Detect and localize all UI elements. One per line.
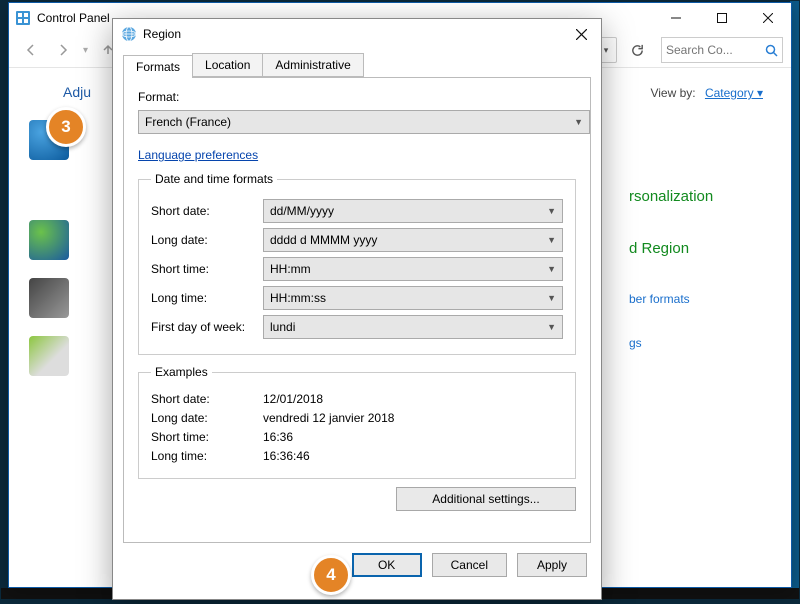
short-time-label: Short time: [151,262,263,276]
tab-administrative[interactable]: Administrative [262,53,363,77]
chevron-down-icon: ▼ [547,206,556,216]
ex-long-time-value: 16:36:46 [263,449,310,463]
language-preferences-link[interactable]: Language preferences [138,148,258,162]
dialog-close-button[interactable] [561,19,601,49]
long-date-label: Long date: [151,233,263,247]
dialog-title: Region [143,27,181,41]
maximize-button[interactable] [699,3,745,33]
tabstrip: Formats Location Administrative [113,51,601,77]
back-button[interactable] [17,36,45,64]
globe-icon [121,26,137,42]
search-box[interactable] [661,37,783,63]
category-icon [29,220,69,260]
format-combo[interactable]: French (France) ▼ [138,110,590,134]
tab-location[interactable]: Location [192,53,263,77]
ok-button[interactable]: OK [352,553,422,577]
ex-short-date-label: Short date: [151,392,263,406]
first-day-combo[interactable]: lundi▼ [263,315,563,339]
long-date-combo[interactable]: dddd d MMMM yyyy▼ [263,228,563,252]
close-button[interactable] [745,3,791,33]
region-dialog: Region Formats Location Administrative F… [112,18,602,600]
apply-button[interactable]: Apply [517,553,587,577]
refresh-button[interactable] [625,38,649,62]
search-input[interactable] [662,43,760,57]
format-label: Format: [138,90,576,104]
history-chevron-icon[interactable]: ▾ [81,45,90,56]
first-day-label: First day of week: [151,320,263,334]
search-icon [760,44,782,57]
window-title: Control Panel [37,11,110,25]
ex-short-time-value: 16:36 [263,430,293,444]
ex-long-date-value: vendredi 12 janvier 2018 [263,411,394,425]
ex-long-time-label: Long time: [151,449,263,463]
category-icon [29,336,69,376]
short-time-combo[interactable]: HH:mm▼ [263,257,563,281]
chevron-down-icon: ▼ [547,293,556,303]
examples-group: Examples Short date:12/01/2018 Long date… [138,365,576,479]
link-settings[interactable]: gs [629,336,642,350]
ex-long-date-label: Long date: [151,411,263,425]
short-date-combo[interactable]: dd/MM/yyyy▼ [263,199,563,223]
additional-settings-button[interactable]: Additional settings... [396,487,576,511]
view-by-label: View by: [650,86,695,100]
view-by: View by: Category ▾ [650,86,763,100]
format-value: French (France) [145,115,231,129]
chevron-down-icon: ▼ [574,117,583,127]
date-time-formats-legend: Date and time formats [151,172,277,186]
link-number-formats[interactable]: ber formats [629,292,690,306]
examples-legend: Examples [151,365,212,379]
control-panel-icon [15,10,31,26]
date-time-formats-group: Date and time formats Short date: dd/MM/… [138,172,576,355]
minimize-button[interactable] [653,3,699,33]
chevron-down-icon: ▼ [547,235,556,245]
category-region[interactable]: d Region [629,240,689,257]
chevron-down-icon: ▼ [547,264,556,274]
ex-short-time-label: Short time: [151,430,263,444]
cancel-button[interactable]: Cancel [432,553,507,577]
category-icon [29,278,69,318]
view-by-value[interactable]: Category ▾ [705,86,763,100]
tab-formats[interactable]: Formats [123,55,193,78]
forward-button[interactable] [49,36,77,64]
callout-3: 3 [46,107,86,147]
dialog-titlebar: Region [113,19,601,49]
long-time-label: Long time: [151,291,263,305]
ex-short-date-value: 12/01/2018 [263,392,323,406]
tab-panel-formats: Format: French (France) ▼ Language prefe… [123,77,591,543]
callout-4: 4 [311,555,351,595]
long-time-combo[interactable]: HH:mm:ss▼ [263,286,563,310]
category-personalization[interactable]: rsonalization [629,188,713,205]
short-date-label: Short date: [151,204,263,218]
chevron-down-icon: ▼ [547,322,556,332]
